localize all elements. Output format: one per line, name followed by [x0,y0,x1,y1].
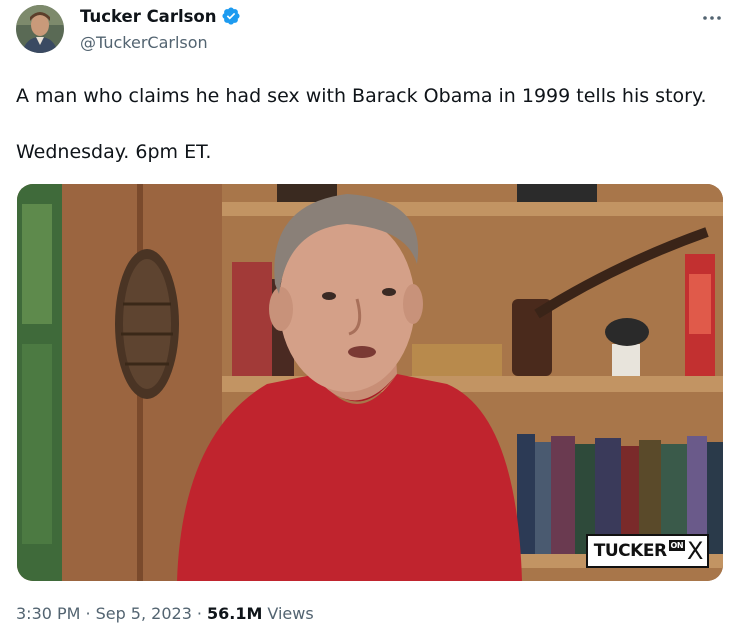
author-handle[interactable]: @TuckerCarlson [80,33,208,52]
tweet-time[interactable]: 3:30 PM [16,604,80,623]
display-name[interactable]: Tucker Carlson [80,7,217,26]
video-thumbnail [17,184,723,581]
watermark-on-text: ON [668,540,686,551]
tweet-meta: 3:30 PM · Sep 5, 2023 · 56.1M Views [16,604,314,623]
watermark-text: TUCKER [593,541,667,561]
tucker-on-x-watermark: TUCKER ON X [585,534,709,568]
meta-separator: · [196,604,202,623]
tweet-media-video[interactable]: TUCKER ON X [17,184,723,581]
tweet-text: A man who claims he had sex with Barack … [16,85,707,163]
avatar-image [16,5,64,53]
more-options-icon[interactable] [700,8,724,28]
tweet-date[interactable]: Sep 5, 2023 [96,604,192,623]
verified-badge-icon [221,7,240,25]
watermark-x-text: X [687,537,703,565]
tweet-card: Tucker Carlson @TuckerCarlson A man who … [0,0,740,636]
author-name-row: Tucker Carlson [80,6,241,26]
views-count[interactable]: 56.1M [207,604,262,623]
meta-separator: · [85,604,91,623]
views-label: Views [267,604,314,623]
avatar[interactable] [16,5,64,53]
